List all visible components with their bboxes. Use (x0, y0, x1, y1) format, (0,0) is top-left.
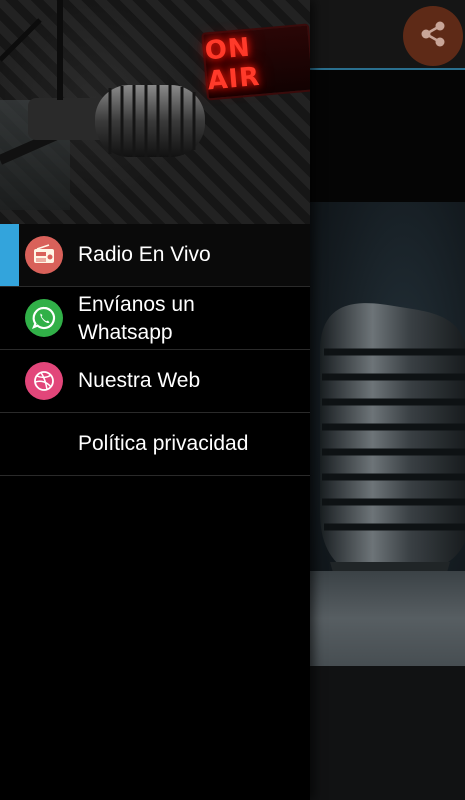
share-icon (417, 18, 449, 55)
main-dark-band (310, 70, 465, 202)
main-hero-image (310, 202, 465, 666)
share-button[interactable] (403, 6, 463, 66)
menu-item-label: Radio En Vivo (78, 243, 211, 266)
menu-item-label: Nuestra Web (78, 369, 201, 392)
menu-item-nuestra-web[interactable]: Nuestra Web (0, 350, 310, 413)
paper-backdrop (310, 571, 465, 666)
radio-icon (25, 236, 63, 274)
menu-item-whatsapp[interactable]: Envíanos un Whatsapp (0, 287, 310, 350)
menu-item-label: Envíanos un Whatsapp (78, 293, 195, 344)
app-screen: ON AIR Radio En Vivo Envíanos un Whatsap… (0, 0, 465, 800)
navigation-drawer: ON AIR Radio En Vivo Envíanos un Whatsap… (0, 0, 310, 800)
drawer-header-image: ON AIR (0, 0, 310, 224)
on-air-sign: ON AIR (201, 23, 310, 101)
drawer-menu: Radio En Vivo Envíanos un Whatsapp Nuest… (0, 224, 310, 476)
whatsapp-icon (25, 299, 63, 337)
main-bottom-area (310, 666, 465, 800)
dribbble-icon (25, 362, 63, 400)
menu-item-politica-privacidad[interactable]: Política privacidad (0, 413, 310, 476)
menu-item-radio-en-vivo[interactable]: Radio En Vivo (0, 224, 310, 287)
menu-item-label: Política privacidad (78, 432, 249, 455)
